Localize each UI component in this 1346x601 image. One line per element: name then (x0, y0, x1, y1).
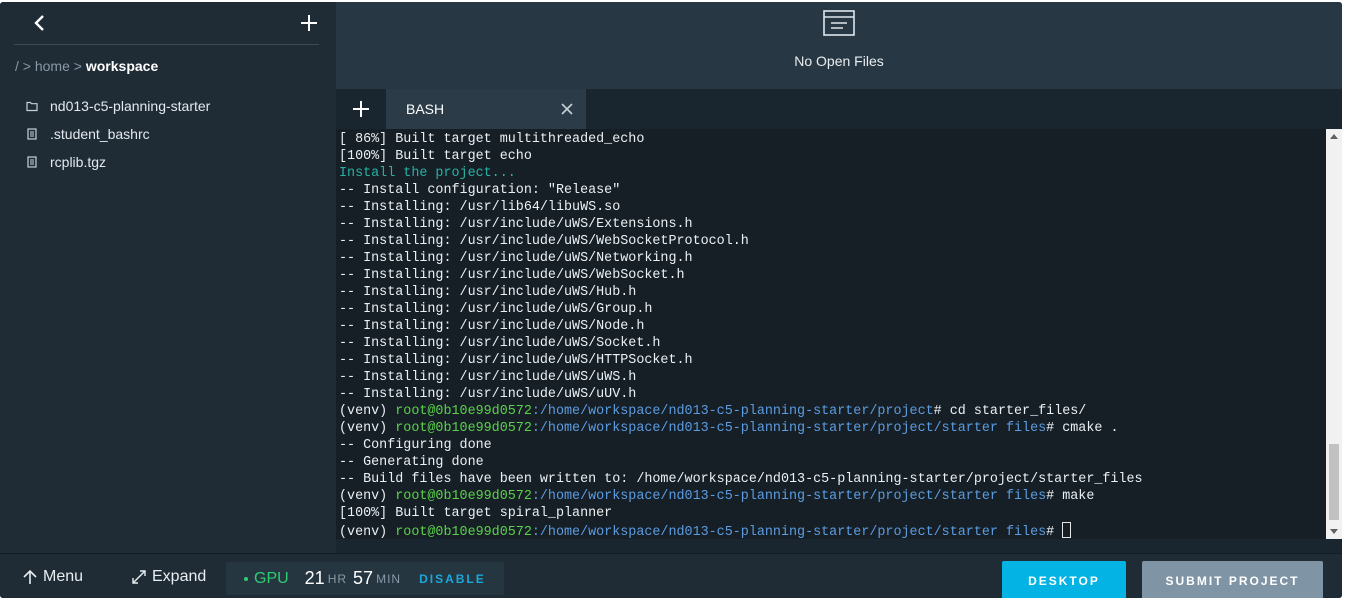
file-item-label: .student_bashrc (50, 126, 150, 142)
editor-area: No Open Files (336, 2, 1342, 89)
terminal-line: [ 86%] Built target multithreaded_echo (339, 132, 645, 147)
prompt-env: (venv) (339, 489, 396, 504)
prompt-path: :/home/workspace/nd013-c5-planning-start… (531, 525, 1047, 539)
arrow-up-icon (23, 569, 37, 584)
prompt-command: # (1046, 525, 1063, 539)
terminal-line: -- Installing: /usr/include/uWS/WebSocke… (339, 234, 749, 249)
terminal-line: [100%] Built target spiral_planner (339, 506, 613, 521)
prompt-command: # cmake . (1046, 421, 1119, 436)
submit-project-button[interactable]: SUBMIT PROJECT (1142, 561, 1323, 598)
breadcrumb-separator: > (73, 58, 82, 74)
new-file-button[interactable] (298, 12, 320, 34)
file-icon (27, 156, 37, 168)
breadcrumb-separator: > (22, 58, 31, 74)
file-list: nd013-c5-planning-starter .student_bashr… (26, 92, 210, 176)
expand-label: Expand (152, 568, 207, 585)
expand-button[interactable]: Expand (131, 568, 206, 586)
terminal-scrollbar[interactable] (1326, 129, 1342, 539)
terminal-line: [100%] Built target echo (339, 149, 532, 164)
file-sidebar: / > home > workspace nd013-c5-planning-s… (0, 2, 335, 553)
folder-icon (26, 101, 38, 112)
terminal-line: -- Installing: /usr/include/uWS/HTTPSock… (339, 353, 693, 368)
terminal-cursor (1062, 522, 1072, 538)
prompt-path: :/home/workspace/nd013-c5-planning-start… (531, 489, 1047, 504)
terminal-output: [ 86%] Built target multithreaded_echo [1… (339, 131, 1322, 539)
breadcrumb-home[interactable]: home (35, 58, 70, 74)
new-terminal-button[interactable] (350, 98, 372, 120)
disable-gpu-button[interactable]: DISABLE (419, 572, 486, 586)
terminal-line: -- Installing: /usr/include/uWS/uUV.h (339, 387, 637, 402)
breadcrumb-root[interactable]: / (15, 58, 19, 74)
terminal-line: Install the project... (339, 166, 516, 181)
prompt-env: (venv) (339, 525, 396, 539)
terminal-prompt-line: (venv) root@0b10e99d0572:/home/workspace… (339, 522, 1322, 539)
bottom-bar: Menu Expand GPU 21 HR 57 MIN DISABLE DES… (0, 553, 1342, 598)
prompt-user: root@0b10e99d0572 (395, 489, 532, 504)
prompt-path: :/home/workspace/nd013-c5-planning-start… (531, 421, 1047, 436)
prompt-user: root@0b10e99d0572 (395, 421, 532, 436)
file-item-nd013-c5-planning-starter[interactable]: nd013-c5-planning-starter (26, 92, 210, 120)
prompt-env: (venv) (339, 404, 396, 419)
file-item-student-bashrc[interactable]: .student_bashrc (26, 120, 210, 148)
prompt-user: root@0b10e99d0572 (395, 404, 532, 419)
chevron-left-icon (34, 15, 44, 31)
terminal-line: -- Installing: /usr/include/uWS/Extensio… (339, 217, 693, 232)
terminal-line: -- Installing: /usr/include/uWS/uWS.h (339, 370, 637, 385)
terminal-prompt-line: (venv) root@0b10e99d0572:/home/workspace… (339, 420, 1322, 437)
terminal-line: -- Installing: /usr/include/uWS/Group.h (339, 302, 653, 317)
sidebar-toolbar (14, 2, 319, 45)
terminal-line: -- Installing: /usr/include/uWS/Networki… (339, 251, 693, 266)
terminal-line: -- Configuring done (339, 438, 492, 453)
terminal-prompt-line: (venv) root@0b10e99d0572:/home/workspace… (339, 403, 1322, 420)
collapse-sidebar-button[interactable] (30, 12, 50, 34)
terminal-line: -- Installing: /usr/include/uWS/Socket.h (339, 336, 661, 351)
prompt-path: :/home/workspace/nd013-c5-planning-start… (531, 404, 934, 419)
tab-label: BASH (406, 101, 445, 117)
terminal-line: -- Build files have been written to: /ho… (339, 472, 1143, 487)
scroll-thumb[interactable] (1329, 444, 1339, 520)
gpu-hours: 21 (304, 568, 325, 588)
gpu-label: GPU (254, 569, 289, 587)
workspace-window: / > home > workspace nd013-c5-planning-s… (0, 2, 1342, 598)
breadcrumb: / > home > workspace (15, 58, 158, 74)
terminal-line: -- Installing: /usr/include/uWS/Node.h (339, 319, 645, 334)
plus-icon (353, 101, 369, 117)
terminal-prompt-line: (venv) root@0b10e99d0572:/home/workspace… (339, 488, 1322, 505)
terminal-line: -- Install configuration: "Release" (339, 183, 621, 198)
gpu-hours-unit: HR (327, 571, 348, 586)
gpu-minutes-unit: MIN (376, 571, 402, 586)
terminal-line: -- Installing: /usr/include/uWS/Hub.h (339, 285, 637, 300)
menu-label: Menu (43, 568, 84, 585)
prompt-command: # cd starter_files/ (933, 404, 1087, 419)
prompt-user: root@0b10e99d0572 (395, 525, 532, 539)
terminal-tabbar: BASH (336, 89, 1342, 129)
desktop-button[interactable]: DESKTOP (1002, 561, 1126, 598)
file-item-label: nd013-c5-planning-starter (50, 98, 211, 114)
scroll-down-icon[interactable] (1326, 523, 1342, 539)
gpu-status-dot (244, 576, 248, 581)
file-item-label: rcplib.tgz (50, 154, 107, 170)
file-icon (27, 128, 37, 140)
scroll-up-icon[interactable] (1326, 129, 1342, 145)
prompt-command: # make (1046, 489, 1095, 504)
terminal[interactable]: [ 86%] Built target multithreaded_echo [1… (336, 129, 1342, 539)
terminal-footer (336, 539, 1342, 553)
file-item-rcplib-tgz[interactable]: rcplib.tgz (26, 148, 210, 176)
terminal-line: -- Installing: /usr/include/uWS/WebSocke… (339, 268, 685, 283)
gpu-status-panel: GPU 21 HR 57 MIN DISABLE (226, 562, 504, 595)
tab-bash[interactable]: BASH (386, 89, 586, 129)
editor-icon (823, 10, 855, 36)
expand-icon (132, 570, 146, 584)
gpu-minutes: 57 (353, 568, 374, 588)
no-open-files-message: No Open Files (794, 53, 884, 69)
terminal-line: -- Generating done (339, 455, 484, 470)
prompt-env: (venv) (339, 421, 396, 436)
breadcrumb-current: workspace (85, 58, 159, 74)
terminal-line: -- Installing: /usr/lib64/libuWS.so (339, 200, 621, 215)
plus-icon (301, 15, 317, 31)
close-icon[interactable] (560, 102, 574, 116)
menu-button[interactable]: Menu (22, 568, 83, 586)
